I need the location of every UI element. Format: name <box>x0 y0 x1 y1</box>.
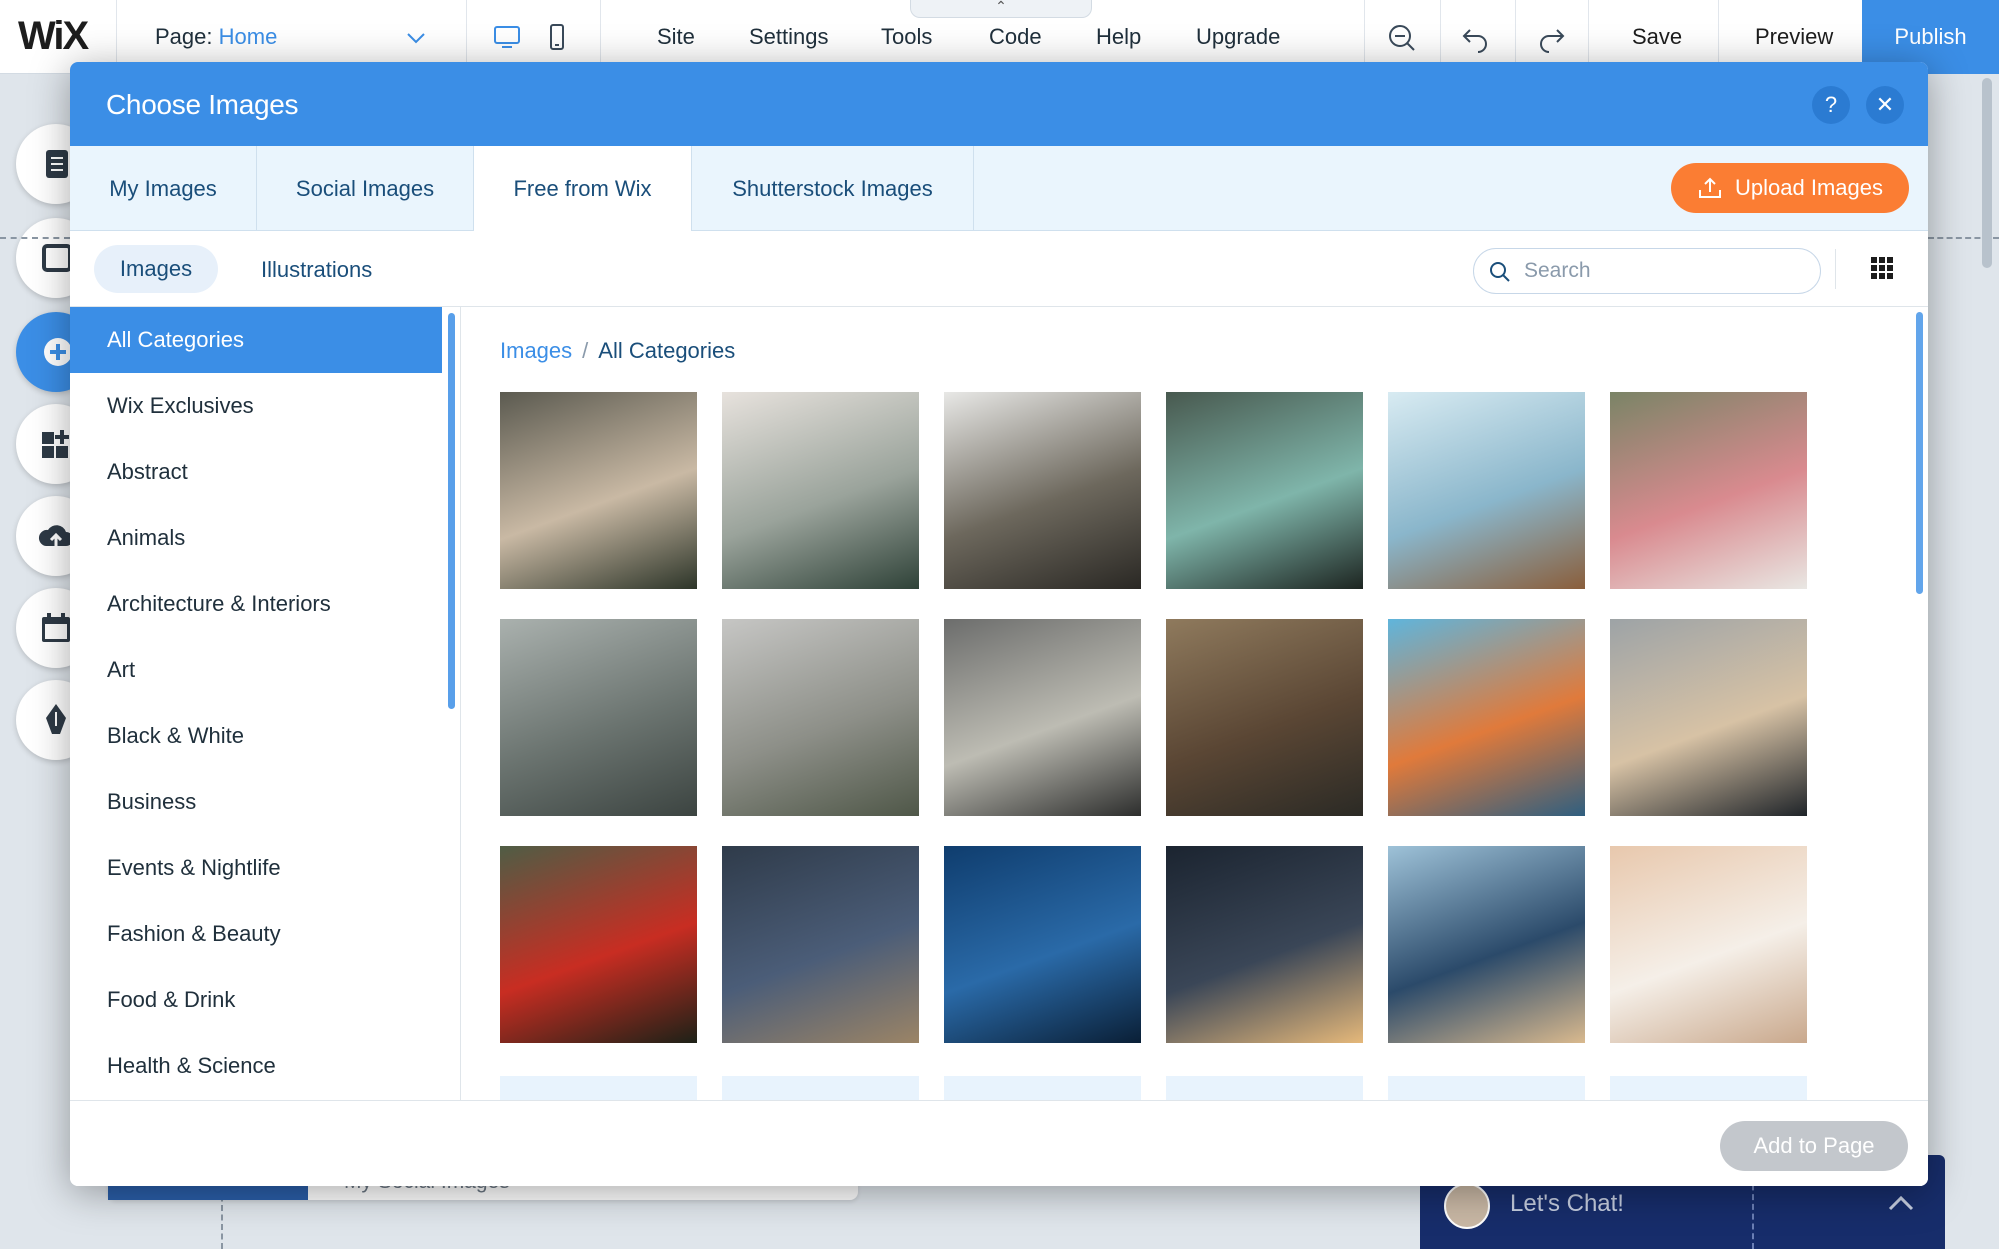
chevron-down-icon[interactable] <box>404 26 428 50</box>
redo-icon[interactable] <box>1535 22 1567 54</box>
page-selector-value: Home <box>218 24 278 49</box>
image-thumbnail-pine-trunks[interactable] <box>1166 619 1363 816</box>
chevron-up-icon[interactable] <box>1886 1189 1916 1215</box>
breadcrumb: Images / All Categories <box>500 338 735 364</box>
image-thumbnail-bridal-bouquet[interactable] <box>1610 392 1807 589</box>
category-item[interactable]: Architecture & Interiors <box>70 571 442 637</box>
category-item[interactable]: Animals <box>70 505 442 571</box>
category-item[interactable]: Wix Exclusives <box>70 373 442 439</box>
choose-images-dialog: Choose Images ? ✕ My Images Social Image… <box>70 62 1928 1186</box>
upload-images-button[interactable]: Upload Images <box>1671 163 1909 213</box>
category-item[interactable]: All Categories <box>70 307 442 373</box>
zoom-out-icon[interactable] <box>1386 22 1418 54</box>
category-list: All Categories Wix Exclusives Abstract Anim… <box>70 307 461 1100</box>
divider <box>1835 249 1836 289</box>
dialog-header: Choose Images ? ✕ <box>70 62 1928 146</box>
image-thumbnail-misty-forest[interactable] <box>722 392 919 589</box>
menu-upgrade[interactable]: Upgrade <box>1196 24 1280 50</box>
image-thumbnail-ceramic-bowls[interactable] <box>944 619 1141 816</box>
image-thumbnail-loading[interactable] <box>1388 1076 1585 1100</box>
chat-label: Let's Chat! <box>1510 1190 1624 1217</box>
search-field[interactable] <box>1473 248 1821 294</box>
close-button[interactable]: ✕ <box>1866 86 1904 124</box>
category-item[interactable]: Events & Nightlife <box>70 835 442 901</box>
image-thumbnail-coffee-laptop[interactable] <box>1610 619 1807 816</box>
subtab-images[interactable]: Images <box>94 245 218 293</box>
category-item[interactable]: Food & Drink <box>70 967 442 1033</box>
mobile-icon[interactable] <box>542 22 572 52</box>
section-guide <box>0 237 70 239</box>
grid-view-icon[interactable] <box>1870 256 1894 280</box>
image-thumbnail-window-plant-star[interactable] <box>944 392 1141 589</box>
image-thumbnail-plants-on-porch[interactable] <box>500 392 697 589</box>
content-scrollbar[interactable] <box>1916 312 1923 594</box>
filter-bar: Images Illustrations <box>70 231 1928 307</box>
image-thumbnail-mint-scooter[interactable] <box>1166 392 1363 589</box>
search-icon <box>1490 262 1510 282</box>
image-thumbnail-loading[interactable] <box>500 1076 697 1100</box>
breadcrumb-root[interactable]: Images <box>500 338 572 363</box>
collapse-handle[interactable]: ⌃ <box>910 0 1092 18</box>
wix-logo[interactable]: WiX <box>18 14 89 59</box>
image-thumbnail-loading[interactable] <box>1610 1076 1807 1100</box>
tab-shutterstock-images[interactable]: Shutterstock Images <box>692 146 974 231</box>
page-scrollbar[interactable] <box>1982 78 1992 268</box>
subtab-illustrations[interactable]: Illustrations <box>261 257 372 283</box>
breadcrumb-separator: / <box>582 338 589 363</box>
tab-social-images[interactable]: Social Images <box>257 146 474 231</box>
tab-my-images[interactable]: My Images <box>70 146 257 231</box>
upload-icon <box>1699 177 1721 198</box>
category-item[interactable]: Business <box>70 769 442 835</box>
image-thumbnail-night-lights-tree[interactable] <box>1166 846 1363 1043</box>
help-button[interactable]: ? <box>1812 86 1850 124</box>
dialog-footer: Add to Page <box>70 1100 1928 1186</box>
breadcrumb-current: All Categories <box>598 338 736 363</box>
page-selector-label: Page: <box>155 24 213 49</box>
image-thumbnail-teapot-top[interactable] <box>722 846 919 1043</box>
image-thumbnail-orange-blossom[interactable] <box>1388 619 1585 816</box>
image-thumbnail-city-skyline[interactable] <box>1388 846 1585 1043</box>
menu-tools[interactable]: Tools <box>881 24 932 50</box>
desktop-icon[interactable] <box>492 22 522 52</box>
dialog-title: Choose Images <box>106 89 299 120</box>
page-selector[interactable]: Page: Home <box>155 24 277 50</box>
search-input[interactable] <box>1524 257 1804 285</box>
image-thumbnail-wooden-reindeer[interactable] <box>1388 392 1585 589</box>
image-thumbnail-red-jacket-hiker[interactable] <box>500 846 697 1043</box>
upload-images-label: Upload Images <box>1735 175 1883 200</box>
menu-settings[interactable]: Settings <box>749 24 829 50</box>
category-item[interactable]: Art <box>70 637 442 703</box>
image-thumbnail-loading[interactable] <box>1166 1076 1363 1100</box>
image-thumbnail-foggy-cliff[interactable] <box>722 619 919 816</box>
category-item[interactable]: Fashion & Beauty <box>70 901 442 967</box>
preview-button[interactable]: Preview <box>1755 24 1833 50</box>
category-item[interactable]: Health & Science <box>70 1033 442 1099</box>
category-item[interactable]: Abstract <box>70 439 442 505</box>
tab-free-from-wix[interactable]: Free from Wix <box>474 146 692 232</box>
image-thumbnail-lace-dress-back[interactable] <box>1610 846 1807 1043</box>
image-thumbnail-swimmer-underwater[interactable] <box>944 846 1141 1043</box>
undo-icon[interactable] <box>1460 22 1492 54</box>
menu-help[interactable]: Help <box>1096 24 1141 50</box>
category-scrollbar[interactable] <box>448 313 455 709</box>
category-item[interactable]: Black & White <box>70 703 442 769</box>
save-button[interactable]: Save <box>1632 24 1682 50</box>
image-thumbnail-chairs-aerial[interactable] <box>500 619 697 816</box>
source-tabs: My Images Social Images Free from Wix Sh… <box>70 146 1928 232</box>
menu-code[interactable]: Code <box>989 24 1042 50</box>
add-to-page-button[interactable]: Add to Page <box>1720 1121 1908 1171</box>
image-thumbnail-loading[interactable] <box>944 1076 1141 1100</box>
avatar <box>1444 1183 1490 1229</box>
menu-site[interactable]: Site <box>657 24 695 50</box>
image-thumbnail-loading[interactable] <box>722 1076 919 1100</box>
